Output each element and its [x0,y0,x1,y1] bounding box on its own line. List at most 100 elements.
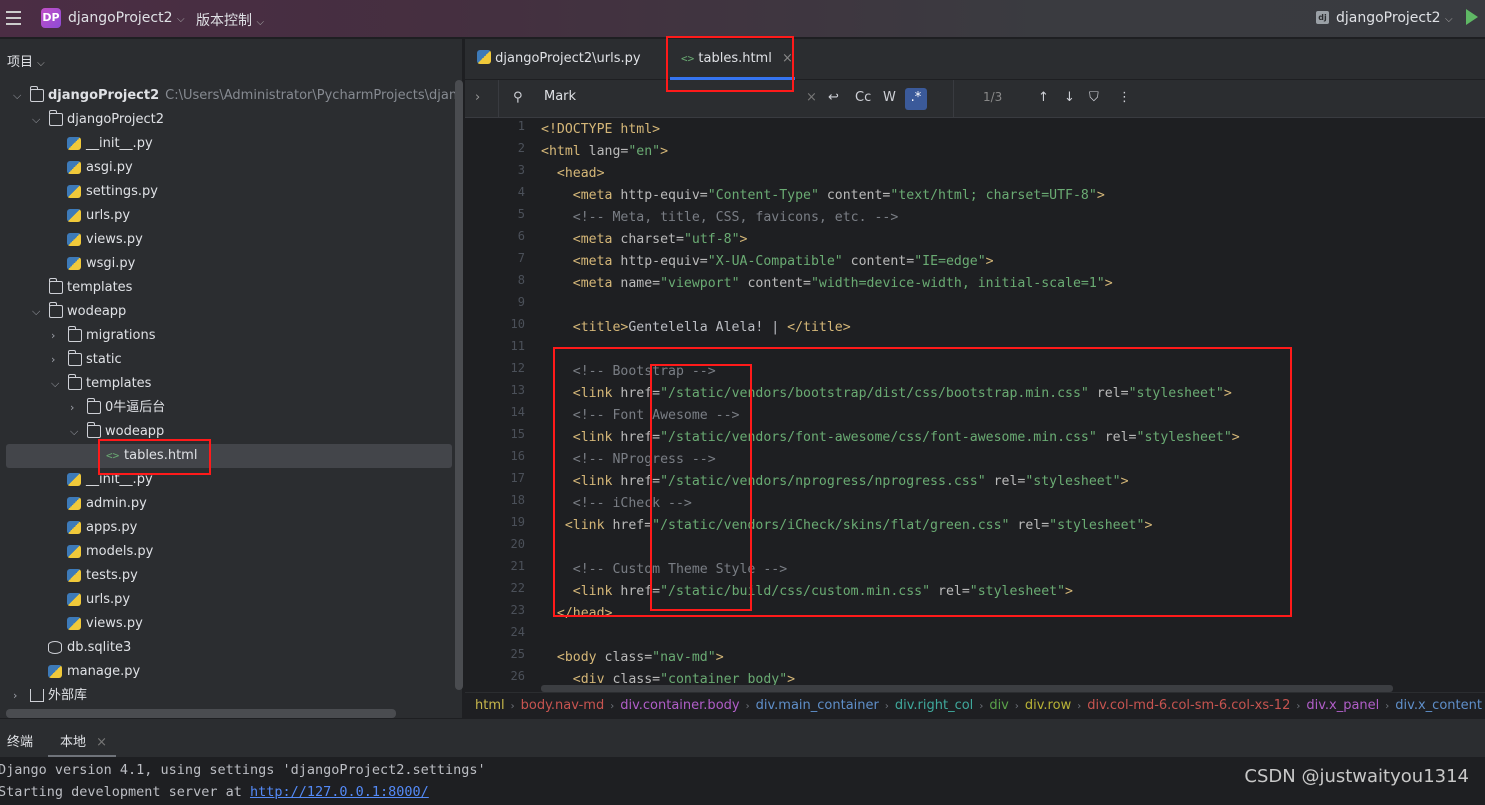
breadcrumb-separator-icon: › [1014,701,1019,712]
tree-item[interactable]: ⌵ wodeapp [0,300,455,324]
code-token: > [1223,386,1232,401]
code-line: <body class="nav-md"> [541,647,724,669]
horizontal-scrollbar[interactable] [6,709,396,718]
project-panel-title: 项目 [7,55,34,70]
vcs-menu[interactable]: 版本控制 ⌵ [196,10,264,30]
code-editor[interactable]: <!DOCTYPE html> <html lang="en"> <head> <… [541,118,1485,692]
tree-item[interactable]: manage.py [0,660,455,684]
tree-item[interactable]: templates [0,276,455,300]
run-config-selector[interactable]: djangoProject2 ⌵ [1336,10,1453,26]
match-case-toggle[interactable]: Cc [855,90,871,105]
run-icon[interactable] [1466,9,1478,25]
breadcrumb-item[interactable]: div.right_col [895,698,973,713]
tab-tables-html[interactable]: <> tables.html × [670,39,795,80]
tree-item[interactable]: settings.py [0,180,455,204]
project-switcher[interactable]: djangoProject2 ⌵ [68,10,185,26]
tree-item[interactable]: ⌵ djangoProject2 [0,108,455,132]
breadcrumb-item[interactable]: div.x_panel [1306,698,1379,713]
code-token: content= [818,188,891,203]
close-tab-icon[interactable]: × [782,51,793,66]
chevron-right-icon[interactable]: › [51,324,55,348]
breadcrumb-separator-icon: › [1385,701,1390,712]
chevron-down-icon[interactable]: ⌵ [51,372,59,396]
filter-icon[interactable]: ⛉ [1089,90,1099,105]
tab-urls-py[interactable]: djangoProject2\urls.py [477,39,641,80]
vcs-label: 版本控制 [196,13,252,29]
find-bar: › ⚲ × ↩ Cc W .* 1/3 ↑ ↓ ⛉ ⋮ [465,80,1485,118]
more-options-icon[interactable]: ⋮ [1118,90,1131,105]
tree-item[interactable]: db.sqlite3 [0,636,455,660]
breadcrumb-item[interactable]: div.container.body [620,698,739,713]
tree-item[interactable]: › 外部库 [0,684,455,708]
folder-icon [67,350,82,366]
breadcrumb-item[interactable]: div.col-md-6.col-sm-6.col-xs-12 [1087,698,1290,713]
tab-local-terminal[interactable]: 本地 × [48,731,116,758]
tree-item-path: C:\Users\Administrator\PycharmProjects\d… [165,88,462,103]
code-token: <!-- Meta, title, CSS, favicons, etc. --… [572,210,899,225]
close-tab-icon[interactable]: × [96,735,107,750]
breadcrumb-separator-icon: › [884,701,889,712]
tree-item[interactable]: › static [0,348,455,372]
tree-item[interactable]: ⌵ wodeapp [0,420,455,444]
chevron-down-icon[interactable]: ⌵ [13,84,21,108]
tree-item[interactable]: apps.py [0,516,455,540]
code-token: "stylesheet" [1049,518,1145,533]
code-token: </head> [556,606,613,621]
chevron-right-icon[interactable]: › [70,396,74,420]
folder-icon [29,86,44,102]
tree-item-label: urls.py [86,592,131,607]
editor-horizontal-scrollbar[interactable] [541,685,1393,692]
chevron-right-icon[interactable]: › [13,684,17,708]
tree-item[interactable]: urls.py [0,588,455,612]
breadcrumb-separator-icon: › [610,701,615,712]
tree-item[interactable]: ⌵ djangoProject2 C:\Users\Administrator\Py… [0,84,462,108]
tree-item[interactable]: › 0牛逼后台 [0,396,455,420]
tree-item[interactable]: admin.py [0,492,455,516]
python-icon [477,50,491,64]
search-icon[interactable]: ⚲ [513,90,523,105]
previous-match-icon[interactable]: ↑ [1038,90,1049,105]
main-menu-icon[interactable] [6,11,21,25]
chevron-down-icon[interactable]: ⌵ [32,300,40,324]
tree-item[interactable]: urls.py [0,204,455,228]
tree-item[interactable]: ⌵ templates [0,372,455,396]
project-view-selector[interactable]: 项目 ⌵ [7,51,45,70]
regex-toggle[interactable]: .* [905,88,927,110]
code-token: content= [842,254,915,269]
server-url-link[interactable]: http://127.0.0.1:8000/ [250,784,429,800]
breadcrumb-item[interactable]: div.main_container [756,698,879,713]
tree-item[interactable]: views.py [0,228,455,252]
run-config-name: djangoProject2 [1336,10,1441,26]
clear-search-icon[interactable]: × [806,90,817,105]
code-token: > [1120,474,1129,489]
tree-item[interactable]: <> tables.html [6,444,452,468]
tree-item[interactable]: views.py [0,612,455,636]
code-line: <head> [541,163,605,185]
terminal-panel-title: 终端 [7,735,34,750]
tree-item[interactable]: wsgi.py [0,252,455,276]
tree-item[interactable]: › migrations [0,324,455,348]
whole-words-toggle[interactable]: W [883,90,896,105]
chevron-right-icon[interactable]: › [51,348,55,372]
tree-item[interactable]: tests.py [0,564,455,588]
breadcrumb-item[interactable]: div.x_content [1395,698,1482,713]
search-input[interactable] [544,89,794,104]
vertical-scrollbar[interactable] [455,80,463,690]
code-token: charset= [620,232,684,247]
tree-item[interactable]: models.py [0,540,455,564]
tree-item[interactable]: __init__.py [0,132,455,156]
chevron-down-icon[interactable]: ⌵ [70,420,78,444]
next-match-icon[interactable]: ↓ [1064,90,1075,105]
expand-replace-icon[interactable]: › [475,90,480,105]
breadcrumb-item[interactable]: html [475,698,505,713]
breadcrumb-item[interactable]: div [989,698,1009,713]
tree-item[interactable]: __init__.py [0,468,455,492]
breadcrumb-item[interactable]: div.row [1025,698,1071,713]
multiline-icon[interactable]: ↩ [828,90,839,105]
breadcrumb-item[interactable]: body.nav-md [521,698,605,713]
tree-item[interactable]: asgi.py [0,156,455,180]
chevron-down-icon[interactable]: ⌵ [32,108,40,132]
folder-icon [86,398,101,414]
